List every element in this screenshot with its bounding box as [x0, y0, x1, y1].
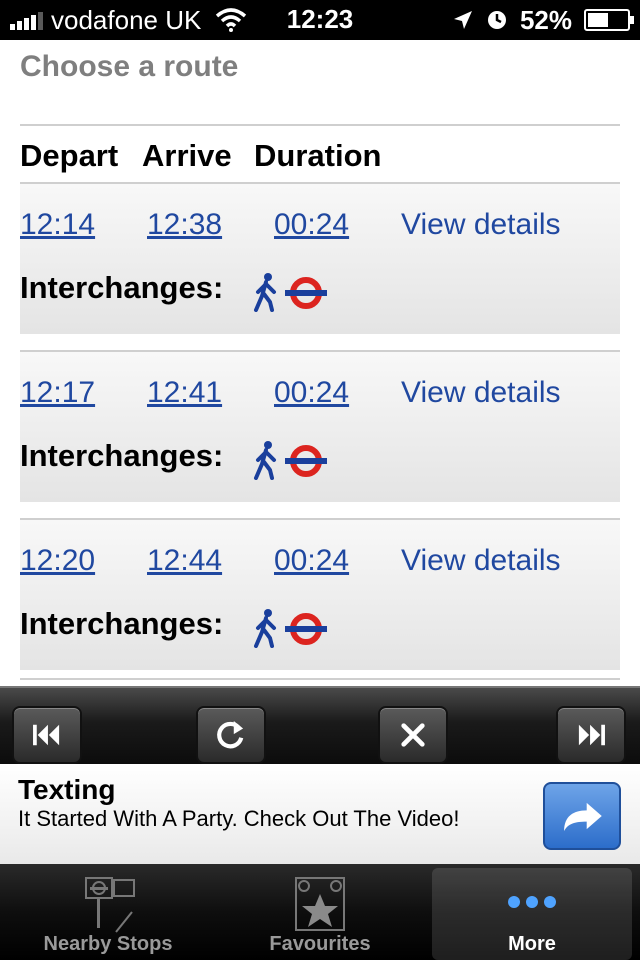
tab-label: Favourites: [269, 933, 371, 955]
more-dots-icon: [508, 896, 556, 908]
ad-text: It Started With A Party. Check Out The V…: [18, 806, 460, 831]
skip-forward-icon: [578, 724, 605, 746]
favourites-star-icon: [295, 877, 345, 931]
header-divider: [20, 124, 620, 126]
depart-time-link[interactable]: 12:17: [20, 376, 95, 410]
duration-link[interactable]: 00:24: [274, 376, 349, 410]
tab-bar: Nearby Stops Favourites More: [0, 864, 640, 960]
tab-nearby-stops[interactable]: Nearby Stops: [8, 868, 208, 960]
walk-icon: [254, 273, 276, 312]
refresh-button[interactable]: [196, 706, 266, 764]
underground-roundel-icon: [285, 277, 327, 309]
battery-level-fill: [588, 13, 608, 27]
duration-link[interactable]: 00:24: [274, 544, 349, 578]
skip-forward-button[interactable]: [556, 706, 626, 764]
route-row[interactable]: 12:20 12:44 00:24 View details Interchan…: [20, 518, 620, 670]
underground-roundel-icon: [285, 445, 327, 477]
column-header-depart: Depart: [20, 138, 119, 173]
tab-more[interactable]: More: [432, 868, 632, 960]
arrive-time-link[interactable]: 12:38: [147, 208, 222, 242]
ad-open-button[interactable]: [543, 782, 621, 850]
battery-icon: [584, 9, 634, 31]
underground-roundel-icon: [285, 613, 327, 645]
close-button[interactable]: [378, 706, 448, 764]
column-header-duration: Duration: [254, 138, 382, 173]
skip-back-button[interactable]: [12, 706, 82, 764]
interchanges-label: Interchanges:: [20, 438, 224, 473]
refresh-icon: [217, 721, 244, 749]
page-title: Choose a route: [20, 50, 239, 83]
view-details-link[interactable]: View details: [401, 208, 561, 242]
battery-percent: 52%: [519, 4, 572, 35]
duration-link[interactable]: 00:24: [274, 208, 349, 242]
depart-time-link[interactable]: 12:14: [20, 208, 95, 242]
depart-time-link[interactable]: 12:20: [20, 544, 95, 578]
interchanges-label: Interchanges:: [20, 270, 224, 305]
ad-banner[interactable]: Texting It Started With A Party. Check O…: [0, 764, 640, 864]
arrive-time-link[interactable]: 12:41: [147, 376, 222, 410]
column-header-arrive: Arrive: [142, 138, 232, 173]
interchanges-label: Interchanges:: [20, 606, 224, 641]
tab-label: More: [508, 933, 556, 955]
status-right: 52%: [452, 0, 634, 40]
nearby-stops-icon: [85, 877, 135, 933]
walk-icon: [254, 609, 276, 648]
tab-label: Nearby Stops: [43, 933, 173, 955]
status-bar: vodafone UK 12:23 52%: [0, 0, 640, 40]
arrive-time-link[interactable]: 12:44: [147, 544, 222, 578]
route-list-page: Choose a route Depart Arrive Duration 12…: [0, 40, 640, 686]
skip-back-icon: [33, 724, 60, 746]
location-icon: [453, 11, 472, 29]
list-divider: [20, 678, 620, 680]
route-row[interactable]: 12:14 12:38 00:24 View details Interchan…: [20, 182, 620, 334]
browser-toolbar: [0, 686, 640, 764]
ad-title: Texting: [18, 774, 116, 805]
view-details-link[interactable]: View details: [401, 544, 561, 578]
walk-icon: [254, 441, 276, 480]
view-details-link[interactable]: View details: [401, 376, 561, 410]
alarm-icon: [487, 11, 506, 29]
close-icon: [401, 723, 425, 747]
share-arrow-icon: [564, 802, 602, 832]
tab-favourites[interactable]: Favourites: [220, 868, 420, 960]
route-row[interactable]: 12:17 12:41 00:24 View details Interchan…: [20, 350, 620, 502]
